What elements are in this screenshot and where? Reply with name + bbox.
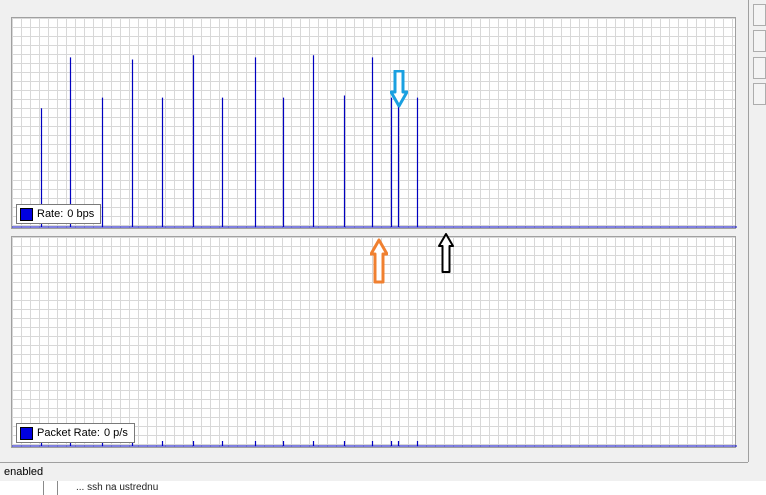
status-bar: enabled xyxy=(0,462,748,481)
background-list: ... ssh na ustrednu xyxy=(0,481,766,495)
rate-legend-label: Rate: xyxy=(37,208,64,220)
side-button-4[interactable] xyxy=(753,83,766,105)
rate-graph-plot xyxy=(12,55,737,228)
blue-down-arrow-icon xyxy=(390,70,408,108)
side-button-3[interactable] xyxy=(753,57,766,79)
packet-rate-legend: Packet Rate: 0 p/s xyxy=(16,423,135,443)
rate-graph: Rate: 0 bps xyxy=(11,17,737,229)
rate-legend-value: 0 bps xyxy=(67,208,95,220)
status-text: enabled xyxy=(4,466,44,478)
list-divider xyxy=(43,481,44,495)
packet-rate-legend-label: Packet Rate: xyxy=(37,427,100,439)
list-divider xyxy=(57,481,58,495)
rate-legend: Rate: 0 bps xyxy=(16,204,102,224)
black-up-arrow-icon xyxy=(438,233,454,273)
background-list-item[interactable]: ... ssh na ustrednu xyxy=(76,482,158,493)
orange-up-arrow-icon xyxy=(370,238,388,284)
traffic-graph-window: Rate: 0 bps Packet Rate: 0 p/s xyxy=(0,0,749,462)
side-button-2[interactable] xyxy=(753,30,766,52)
packet-rate-legend-value: 0 p/s xyxy=(103,427,128,439)
packet-rate-legend-swatch xyxy=(20,426,33,440)
side-button-1[interactable] xyxy=(753,4,766,26)
right-button-column xyxy=(749,0,766,495)
rate-legend-swatch xyxy=(20,207,33,221)
